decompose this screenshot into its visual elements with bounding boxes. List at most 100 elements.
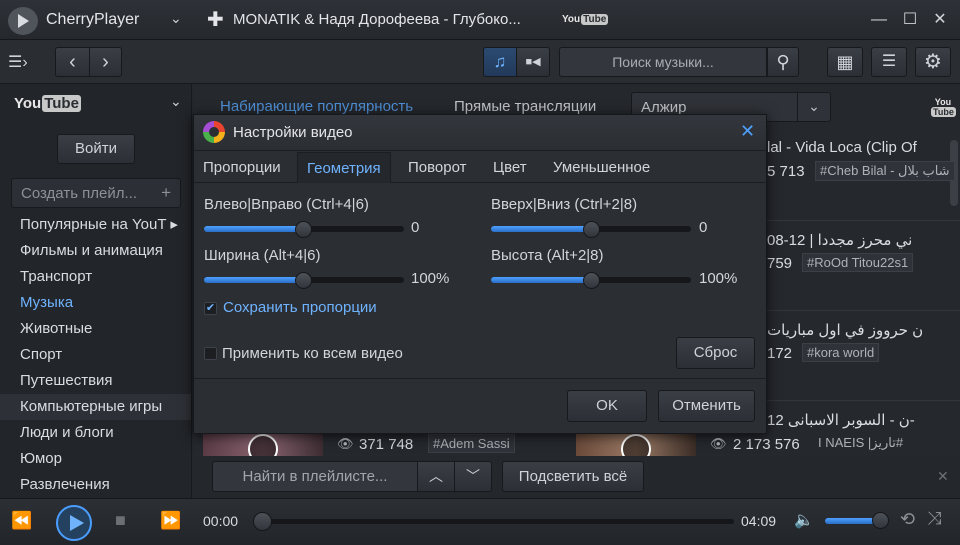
volume-handle[interactable] bbox=[872, 512, 889, 529]
vertical-shift-value: 0 bbox=[699, 219, 708, 236]
video-tag-2[interactable]: #RoOd Titou22s1 bbox=[802, 253, 914, 272]
shuffle-icon[interactable]: ⤨ bbox=[927, 508, 941, 529]
seek-handle[interactable] bbox=[253, 512, 272, 531]
tab-color[interactable]: Цвет bbox=[484, 152, 536, 183]
previous-track-icon[interactable]: ⏪ bbox=[11, 511, 32, 531]
tab-proportions[interactable]: Пропорции bbox=[194, 152, 290, 183]
play-overlay-icon bbox=[248, 434, 278, 456]
play-overlay-icon bbox=[621, 434, 651, 456]
width-value: 100% bbox=[411, 270, 450, 287]
sidebar-item-popular[interactable]: Популярные на YouT ▸ bbox=[0, 212, 191, 238]
source-youtube-logo-icon[interactable]: You Tube bbox=[14, 95, 81, 112]
music-search-input[interactable]: Поиск музыки... bbox=[559, 47, 767, 77]
create-playlist-placeholder: Создать плейл... bbox=[21, 185, 138, 202]
width-fill bbox=[204, 277, 304, 283]
sidebar-item-people[interactable]: Люди и блоги bbox=[0, 420, 191, 446]
source-chevron-down-icon[interactable]: ⌄ bbox=[170, 93, 182, 110]
toolbar bbox=[0, 40, 960, 84]
video-views-3: 172 bbox=[767, 345, 793, 362]
source-you: You bbox=[14, 95, 42, 112]
keep-proportions-checkbox[interactable]: ✔ bbox=[204, 302, 217, 315]
search-prev-chevron-up-icon[interactable]: ︿ bbox=[417, 461, 455, 492]
reset-button[interactable]: Сброс bbox=[676, 337, 755, 369]
video-tag-1[interactable]: #Cheb Bilal - شاب بلال bbox=[815, 161, 955, 181]
youtube-logo-icon: You Tube bbox=[562, 14, 609, 25]
search-next-chevron-down-icon[interactable]: ﹀ bbox=[454, 461, 492, 492]
video-tag-3[interactable]: #kora world bbox=[802, 343, 880, 362]
video-title-1[interactable]: lal - Vida Loca (Clip Of bbox=[767, 139, 917, 156]
apply-all-label[interactable]: Применить ко всем видео bbox=[222, 345, 403, 362]
youtube-tube: Tube bbox=[581, 14, 609, 25]
width-handle[interactable] bbox=[295, 272, 312, 289]
sidebar-item-sport[interactable]: Спорт bbox=[0, 342, 191, 368]
maximize-button[interactable]: ☐ bbox=[899, 9, 921, 31]
app-title: CherryPlayer bbox=[46, 11, 140, 28]
login-button[interactable]: Войти bbox=[57, 134, 135, 164]
dialog-close-icon[interactable]: ✕ bbox=[740, 121, 755, 142]
play-button[interactable] bbox=[56, 505, 92, 541]
sidebar-toggle-icon[interactable]: ☰› bbox=[8, 52, 28, 72]
sidebar-item-humor[interactable]: Юмор bbox=[0, 446, 191, 472]
video-mode-icon[interactable]: ■◀ bbox=[516, 47, 550, 77]
video-thumbnail[interactable] bbox=[576, 432, 696, 456]
new-tab-plus-icon[interactable]: ✚ bbox=[207, 7, 224, 32]
sidebar-item-transport[interactable]: Транспорт bbox=[0, 264, 191, 290]
app-menu-chevron-icon[interactable]: ⌄ bbox=[170, 10, 182, 27]
search-icon[interactable]: ⚲ bbox=[767, 47, 799, 77]
video-views-2: 759 bbox=[767, 255, 793, 272]
content-youtube-logo-icon: You Tube bbox=[930, 97, 956, 117]
youtube-you: You bbox=[562, 14, 581, 25]
tab-rotation[interactable]: Поворот bbox=[399, 152, 476, 183]
volume-icon[interactable]: 🔈 bbox=[794, 510, 814, 530]
sidebar-item-films[interactable]: Фильмы и анимация bbox=[0, 238, 191, 264]
current-track-title: MONATIK & Надя Дорофеева - Глубоко... bbox=[233, 11, 521, 28]
video-title-4[interactable]: ن - السوبر الاسبانى 12- bbox=[767, 411, 915, 429]
video-tag-bottom-left[interactable]: #Adem Sassi bbox=[428, 434, 515, 453]
close-window-button[interactable]: ✕ bbox=[929, 9, 951, 31]
content-tube: Tube bbox=[931, 107, 956, 117]
highlight-all-button[interactable]: Подсветить всё bbox=[502, 461, 644, 492]
video-title-3[interactable]: ن حرووز في اول مباريات bbox=[767, 321, 923, 339]
volume-fill bbox=[825, 518, 877, 524]
playlist-search-input[interactable]: Найти в плейлисте... bbox=[212, 461, 418, 492]
eye-icon: 👁 bbox=[710, 436, 727, 451]
grid-view-icon[interactable]: ▦ bbox=[827, 47, 863, 77]
sidebar-item-games[interactable]: Компьютерные игры bbox=[0, 394, 191, 420]
cancel-button[interactable]: Отменить bbox=[658, 390, 755, 422]
video-title-2[interactable]: 08-12 | ني محرز مجددا bbox=[767, 231, 912, 249]
forward-button[interactable]: › bbox=[89, 47, 122, 77]
tab-thumbnail[interactable]: Уменьшенное bbox=[544, 152, 659, 183]
sidebar-item-entertainment[interactable]: Развлечения bbox=[0, 472, 191, 498]
ok-button[interactable]: OK bbox=[567, 390, 647, 422]
close-search-icon[interactable]: ✕ bbox=[937, 468, 949, 485]
back-button[interactable]: ‹ bbox=[55, 47, 90, 77]
height-handle[interactable] bbox=[583, 272, 600, 289]
keep-proportions-label[interactable]: Сохранить пропорции bbox=[223, 299, 377, 316]
cherryplayer-logo-icon[interactable] bbox=[8, 7, 38, 35]
next-track-icon[interactable]: ⏩ bbox=[160, 511, 181, 531]
sidebar-item-music[interactable]: Музыка bbox=[0, 290, 191, 316]
list-view-icon[interactable]: ☰ bbox=[871, 47, 907, 77]
sidebar-item-animals[interactable]: Животные bbox=[0, 316, 191, 342]
seek-bar[interactable] bbox=[260, 519, 734, 524]
region-chevron-down-icon[interactable]: ⌄ bbox=[797, 93, 830, 121]
tab-live[interactable]: Прямые трансляции bbox=[454, 98, 596, 115]
gear-icon[interactable]: ⚙ bbox=[915, 47, 951, 77]
minimize-button[interactable]: — bbox=[868, 9, 890, 31]
tab-geometry[interactable]: Геометрия bbox=[297, 152, 391, 183]
music-mode-icon[interactable]: ♫ bbox=[483, 47, 517, 77]
video-tag-bottom-right[interactable]: I NAEIS |تاريز# bbox=[814, 434, 907, 452]
video-thumbnail[interactable] bbox=[203, 432, 323, 456]
stop-icon[interactable]: ■ bbox=[115, 510, 126, 531]
vertical-shift-handle[interactable] bbox=[583, 221, 600, 238]
horizontal-shift-label: Влево|Вправо (Ctrl+4|6) bbox=[204, 196, 369, 213]
add-playlist-plus-icon[interactable]: + bbox=[161, 183, 171, 203]
sidebar-item-travel[interactable]: Путешествия bbox=[0, 368, 191, 394]
dialog-separator bbox=[194, 378, 766, 379]
horizontal-shift-value: 0 bbox=[411, 219, 420, 236]
tab-trending[interactable]: Набирающие популярность bbox=[220, 98, 413, 115]
create-playlist-input[interactable]: Создать плейл... + bbox=[11, 178, 181, 208]
apply-all-checkbox[interactable] bbox=[204, 347, 217, 360]
horizontal-shift-handle[interactable] bbox=[295, 221, 312, 238]
repeat-icon[interactable]: ⟲ bbox=[900, 509, 915, 530]
